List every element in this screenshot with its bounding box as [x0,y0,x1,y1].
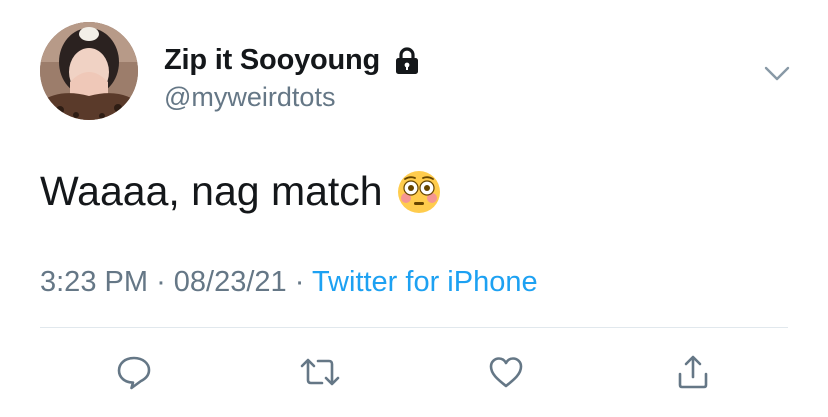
tweet-source-link[interactable]: Twitter for iPhone [312,266,538,298]
lock-icon [394,47,420,75]
flushed-face-emoji [397,170,441,214]
avatar[interactable] [40,22,138,120]
tweet-card: Zip it Sooyoung @myweirdtots Waaaa, nag … [0,0,828,417]
like-icon[interactable] [484,350,528,394]
reply-icon[interactable] [112,350,156,394]
divider [40,327,788,328]
author-row: Zip it Sooyoung [164,40,420,80]
tweet-date: 08/23/21 [173,266,287,298]
tweet-text-body: Waaaa, nag match [40,168,383,214]
meta-separator: · [156,266,174,298]
tweet-text: Waaaa, nag match [40,168,441,215]
share-icon[interactable] [671,350,715,394]
retweet-icon[interactable] [298,350,342,394]
tweet-time: 3:23 PM [40,266,148,298]
meta-separator: · [294,266,312,298]
user-handle[interactable]: @myweirdtots [164,82,335,113]
tweet-meta: 3:23 PM · 08/23/21 · Twitter for iPhone [40,266,538,299]
chevron-down-icon[interactable] [764,66,790,82]
display-name[interactable]: Zip it Sooyoung [164,44,380,77]
